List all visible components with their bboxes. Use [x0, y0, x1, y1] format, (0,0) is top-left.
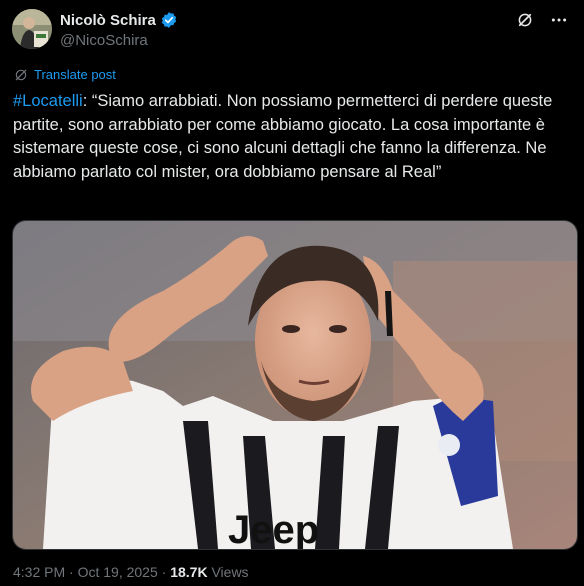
avatar-image: [12, 9, 52, 49]
post-time[interactable]: 4:32 PM: [13, 564, 65, 580]
author-display-name[interactable]: Nicolò Schira: [60, 12, 156, 29]
post-body: : “Siamo arrabbiati. Non possiamo permet…: [13, 92, 553, 181]
hashtag-link[interactable]: #Locatelli: [13, 92, 83, 110]
translate-post-link[interactable]: Translate post: [14, 67, 116, 82]
post-date[interactable]: Oct 19, 2025: [78, 564, 158, 580]
header-actions: [516, 11, 568, 29]
views-count[interactable]: 18.7K: [170, 564, 207, 580]
author-name-row[interactable]: Nicolò Schira: [60, 11, 178, 29]
player-photo: Jeep: [13, 221, 577, 549]
avatar[interactable]: [12, 9, 52, 49]
tweet-card: Nicolò Schira @NicoSchira Translate post…: [0, 0, 584, 586]
grok-icon[interactable]: [516, 11, 534, 29]
translate-label[interactable]: Translate post: [34, 67, 116, 82]
meta-separator: ·: [157, 564, 171, 580]
post-meta: 4:32 PM · Oct 19, 2025 · 18.7K Views: [13, 564, 249, 580]
translate-icon: [14, 68, 28, 82]
post-text: #Locatelli: “Siamo arrabbiati. Non possi…: [13, 90, 575, 184]
author-handle[interactable]: @NicoSchira: [60, 32, 148, 49]
more-icon[interactable]: [550, 11, 568, 29]
verified-badge-icon: [160, 11, 178, 29]
shirt-sponsor-text: Jeep: [228, 508, 319, 549]
post-media-image[interactable]: Jeep: [12, 220, 578, 550]
meta-separator: ·: [65, 564, 78, 580]
views-label: Views: [207, 564, 249, 580]
